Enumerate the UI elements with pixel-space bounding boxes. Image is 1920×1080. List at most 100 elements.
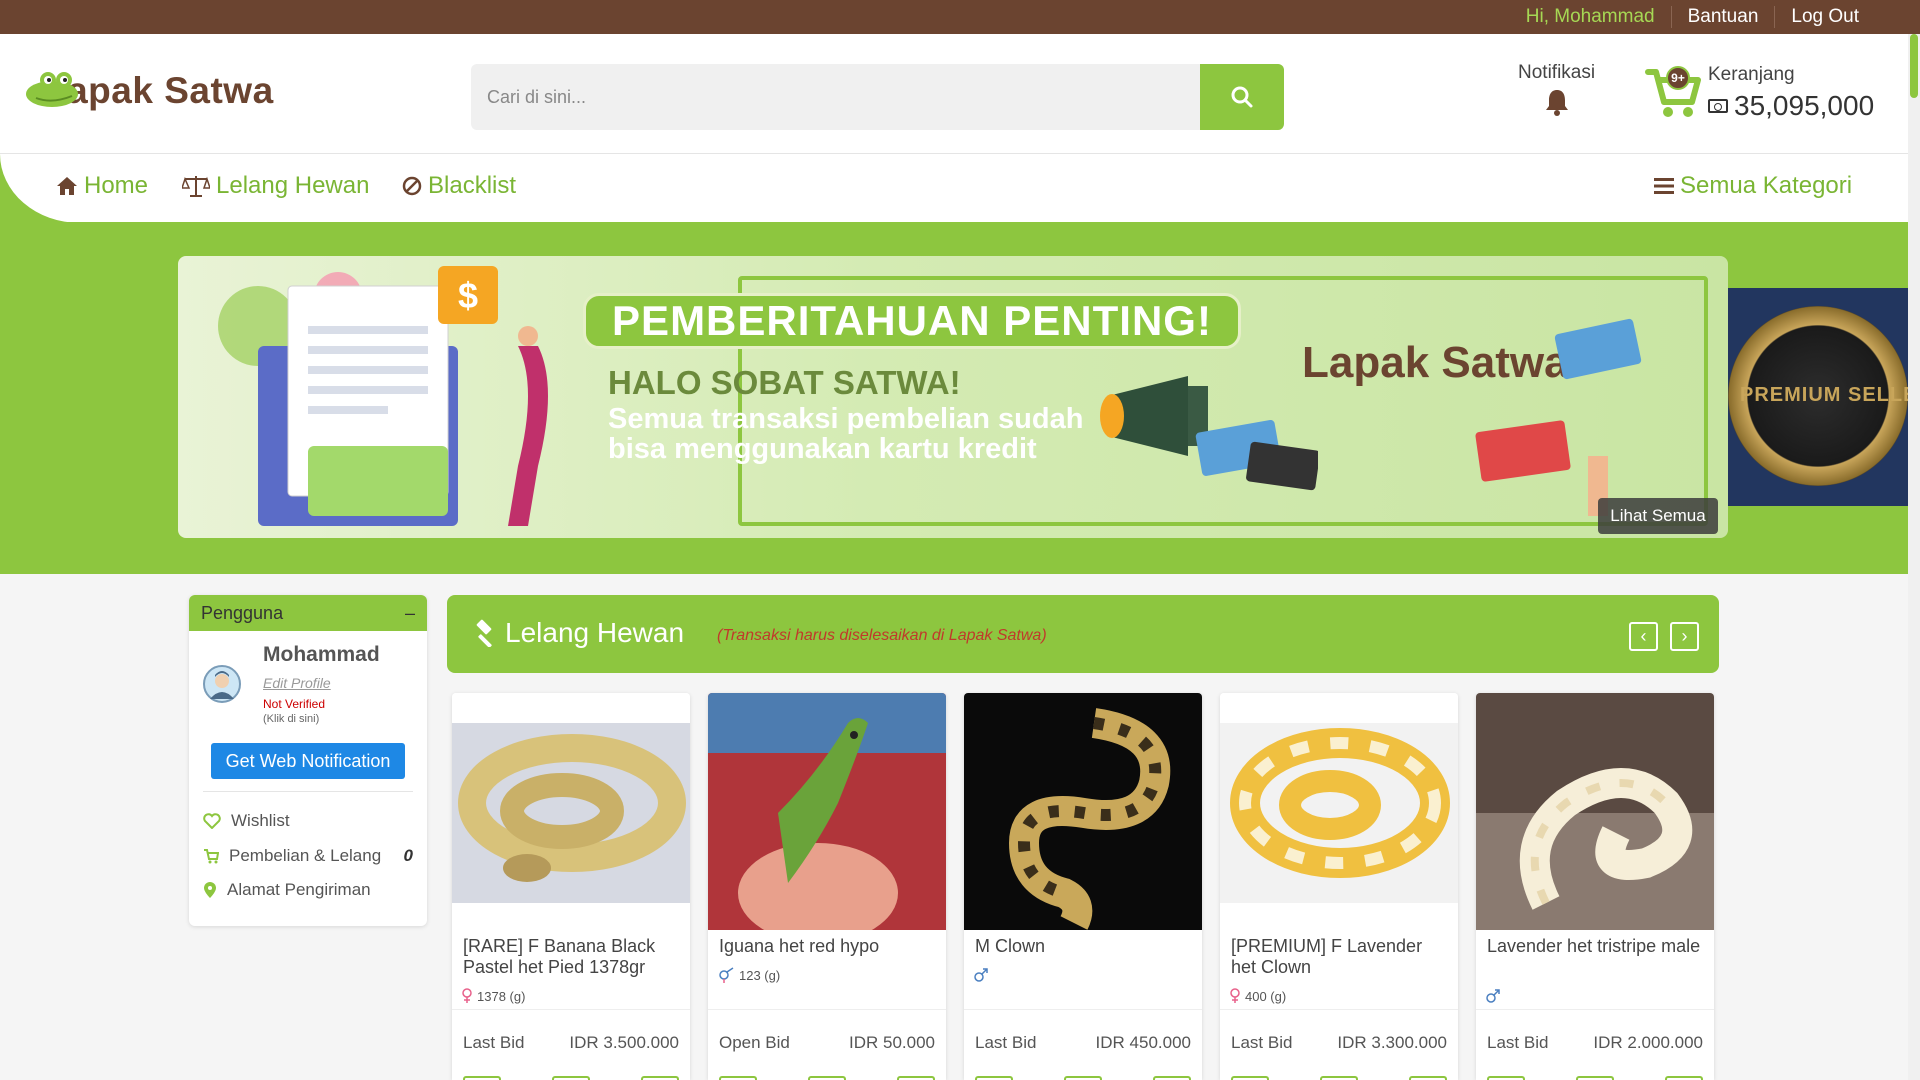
card-actions	[719, 1076, 935, 1080]
product-meta: 400 (g)	[1229, 988, 1286, 1004]
bid-value: IDR 2.000.000	[1593, 1033, 1703, 1052]
product-weight: 123 (g)	[739, 967, 781, 983]
auction-card[interactable]: M Clown Last Bid IDR 450.000	[964, 693, 1202, 1080]
bid-label: Last Bid	[975, 1033, 1037, 1052]
search-input[interactable]	[471, 64, 1200, 130]
action-button[interactable]	[1487, 1076, 1525, 1080]
action-button[interactable]	[1576, 1076, 1614, 1080]
bid-label: Last Bid	[1231, 1033, 1293, 1052]
avatar[interactable]	[203, 665, 241, 703]
auction-card[interactable]: [RARE] F Banana Black Pastel het Pied 13…	[452, 693, 690, 1080]
get-web-notification-button[interactable]: Get Web Notification	[211, 743, 405, 779]
product-meta: 123 (g)	[717, 967, 780, 983]
auction-note: (Transaksi harus diselesaikan di Lapak S…	[717, 627, 1047, 644]
verification-status[interactable]: Not Verified	[263, 697, 325, 711]
edit-profile-link[interactable]: Edit Profile	[263, 675, 331, 691]
auction-section-header: Lelang Hewan (Transaksi harus diselesaik…	[447, 595, 1719, 673]
banner-title: PEMBERITAHUAN PENTING!	[612, 297, 1212, 344]
divider	[1476, 1009, 1714, 1010]
home-icon	[57, 177, 77, 195]
nav-blacklist[interactable]: Blacklist	[402, 172, 516, 200]
bid-value: IDR 450.000	[1095, 1033, 1191, 1052]
logout-link[interactable]: Log Out	[1774, 6, 1875, 28]
product-image[interactable]	[452, 693, 690, 930]
nav-all-categories[interactable]: Semua Kategori	[1654, 172, 1852, 200]
product-name[interactable]: [PREMIUM] F Lavender het Clown	[1231, 936, 1451, 978]
auction-card[interactable]: [PREMIUM] F Lavender het Clown 400 (g) L…	[1220, 693, 1458, 1080]
action-button[interactable]	[808, 1076, 846, 1080]
action-button[interactable]	[897, 1076, 935, 1080]
promo-banner[interactable]: $ PEMBERITAHUAN PENTING! HALO SOBAT SATW…	[178, 256, 1728, 538]
menu-icon	[1654, 178, 1674, 194]
page-scrollbar[interactable]	[1908, 34, 1920, 1080]
product-image[interactable]	[1476, 693, 1714, 930]
product-image[interactable]	[964, 693, 1202, 930]
bid-value: IDR 50.000	[849, 1033, 935, 1052]
sidebar-item-wishlist[interactable]: Wishlist	[203, 811, 413, 831]
cart-icon-wrap: 9+	[1644, 64, 1702, 120]
notification-button[interactable]: Notifikasi	[1518, 62, 1595, 116]
bid-label: Last Bid	[463, 1033, 525, 1052]
card-actions	[1231, 1076, 1447, 1080]
user-summary: Mohammad Edit Profile Not Verified (Klik…	[189, 631, 427, 749]
divider	[1220, 1009, 1458, 1010]
sidebar-item-purchases[interactable]: Pembelian & Lelang 0	[203, 846, 413, 866]
snake-image	[964, 693, 1202, 930]
search-button[interactable]	[1200, 64, 1284, 130]
card-actions	[463, 1076, 679, 1080]
carousel-next-button[interactable]: ›	[1670, 622, 1699, 651]
action-button[interactable]	[552, 1076, 590, 1080]
product-name[interactable]: Lavender het tristripe male	[1487, 936, 1707, 957]
sidebar-item-address[interactable]: Alamat Pengiriman	[203, 880, 413, 900]
greeting-link[interactable]: Hi, Mohammad	[1510, 6, 1671, 28]
snake-image	[1220, 693, 1458, 930]
scrollbar-thumb[interactable]	[1910, 34, 1918, 98]
megaphone-illustration	[1100, 376, 1318, 491]
snake-image	[452, 693, 690, 930]
action-button[interactable]	[1409, 1076, 1447, 1080]
sidebar-item-label: Alamat Pengiriman	[227, 880, 371, 899]
snake-image	[1476, 693, 1714, 930]
action-button[interactable]	[1153, 1076, 1191, 1080]
auction-title-text: Lelang Hewan	[505, 617, 685, 648]
divider	[964, 1009, 1202, 1010]
nav-home[interactable]: Home	[56, 172, 148, 200]
banner-subtitle: HALO SOBAT SATWA!	[608, 364, 961, 401]
see-all-button[interactable]: Lihat Semua	[1598, 498, 1718, 534]
site-logo[interactable]: Lapak Satwa	[22, 68, 274, 112]
carousel-prev-button[interactable]: ‹	[1629, 622, 1658, 651]
page: Hi, Mohammad Bantuan Log Out Lapak Satwa	[0, 0, 1920, 1080]
product-image[interactable]	[1220, 693, 1458, 930]
divider	[203, 791, 413, 792]
product-image[interactable]	[708, 693, 946, 930]
cart-button[interactable]: 9+ Keranjang 35,095,000	[1644, 64, 1874, 122]
action-button[interactable]	[1064, 1076, 1102, 1080]
nav-blacklist-label: Blacklist	[428, 172, 517, 199]
nav-lelang[interactable]: Lelang Hewan	[182, 172, 369, 200]
action-button[interactable]	[1665, 1076, 1703, 1080]
action-button[interactable]	[1231, 1076, 1269, 1080]
collapse-button[interactable]: –	[405, 603, 415, 624]
product-name[interactable]: M Clown	[975, 936, 1195, 957]
username: Mohammad	[263, 643, 380, 666]
card-actions	[975, 1076, 1191, 1080]
user-panel: Pengguna – Mohammad Edit Profile Not Ver…	[189, 595, 427, 926]
nav-lelang-label: Lelang Hewan	[216, 172, 370, 199]
auction-card[interactable]: Lavender het tristripe male Last Bid IDR…	[1476, 693, 1714, 1080]
seal-text: PREMIUM SELLER	[1740, 384, 1920, 406]
map-marker-icon	[204, 882, 216, 898]
help-link[interactable]: Bantuan	[1670, 6, 1775, 28]
action-button[interactable]	[463, 1076, 501, 1080]
money-icon	[1708, 99, 1728, 113]
product-name[interactable]: [RARE] F Banana Black Pastel het Pied 13…	[463, 936, 683, 978]
verification-hint[interactable]: (Klik di sini)	[263, 713, 319, 725]
frog-logo-icon	[26, 72, 78, 107]
action-button[interactable]	[975, 1076, 1013, 1080]
product-weight: 400 (g)	[1245, 988, 1287, 1004]
action-button[interactable]	[641, 1076, 679, 1080]
action-button[interactable]	[719, 1076, 757, 1080]
action-button[interactable]	[1320, 1076, 1358, 1080]
auction-card[interactable]: Iguana het red hypo 123 (g) Open Bid IDR…	[708, 693, 946, 1080]
product-name[interactable]: Iguana het red hypo	[719, 936, 939, 957]
user-avatar-icon	[210, 671, 234, 699]
